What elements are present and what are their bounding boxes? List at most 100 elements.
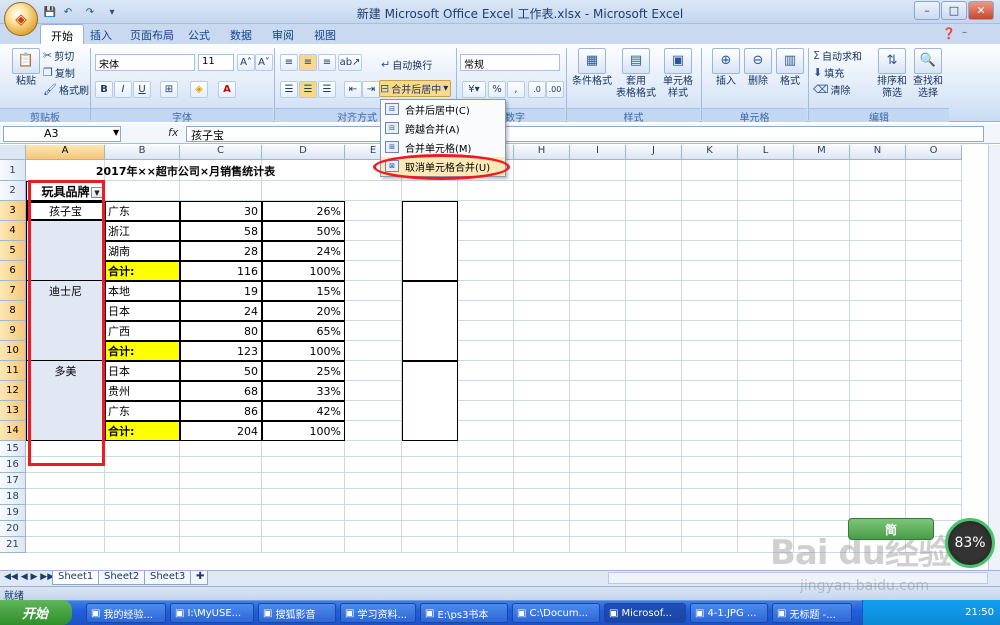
venue-cell[interactable]: 浙江 [105,221,180,241]
save-icon[interactable]: 💾 [42,4,58,20]
venue-cell[interactable]: 贵州 [105,381,180,401]
fill-color-icon[interactable]: ◈ [190,81,208,98]
quantity-cell[interactable]: 68 [180,381,262,401]
tab-data[interactable]: 数据 [220,24,262,44]
taskbar-item[interactable]: ▣ C:\Docum... [512,603,600,623]
venue-cell[interactable]: 广东 [105,401,180,421]
quantity-cell[interactable]: 28 [180,241,262,261]
currency-icon[interactable]: ¥▾ [462,81,486,98]
taskbar-item[interactable]: ▣ E:\ps3书本 [420,603,508,623]
find-select-button[interactable]: 🔍 查找和 选择 [906,48,950,100]
column-header-I[interactable]: I [570,145,626,160]
percent-cell[interactable]: 100% [262,261,345,281]
taskbar-item[interactable]: ▣ 4-1.JPG ... [690,603,768,623]
bold-button[interactable]: B [95,81,113,98]
row-header-15[interactable]: 15 [0,441,26,457]
total-label-cell[interactable]: 合计: [105,341,180,361]
percent-cell[interactable]: 24% [262,241,345,261]
number-format-combo[interactable]: 常规 [460,54,560,71]
venue-cell[interactable]: 日本 [105,361,180,381]
percent-cell[interactable]: 42% [262,401,345,421]
quantity-cell[interactable]: 204 [180,421,262,441]
formula-input[interactable]: 孩子宝 [186,126,984,142]
percent-cell[interactable]: 25% [262,361,345,381]
fill-button[interactable]: ⬇ 填充 [812,64,845,81]
column-header-H[interactable]: H [514,145,570,160]
decrease-indent-icon[interactable]: ⇤ [344,81,362,98]
row-header-20[interactable]: 20 [0,521,26,537]
merge-center-button[interactable]: ⊟ 合并后居中 ▾ [379,80,452,97]
row-header-16[interactable]: 16 [0,457,26,473]
quantity-cell[interactable]: 50 [180,361,262,381]
row-header-21[interactable]: 21 [0,537,26,553]
row-header-8[interactable]: 8 [0,301,26,321]
row-header-10[interactable]: 10 [0,341,26,361]
taskbar-item[interactable]: ▣ Microsof... [604,603,686,623]
format-painter-button[interactable]: 🖌 格式刷 [42,81,90,98]
column-header-J[interactable]: J [626,145,682,160]
percent-cell[interactable]: 33% [262,381,345,401]
tab-view[interactable]: 视图 [304,24,346,44]
ime-toolbar[interactable]: 简 [848,518,934,540]
row-header-17[interactable]: 17 [0,473,26,489]
font-color-icon[interactable]: A [218,81,236,98]
column-header-K[interactable]: K [682,145,738,160]
column-header-A[interactable]: A [26,145,105,160]
comma-button[interactable]: , [507,81,525,98]
align-center-icon[interactable]: ☰ [299,81,317,98]
align-top-icon[interactable]: ≡ [280,54,298,71]
italic-button[interactable]: I [114,81,132,98]
venue-cell[interactable]: 广东 [105,201,180,221]
worksheet-grid[interactable]: ABCDEFGHIJKLMNO 123456789101112131415161… [0,145,988,570]
empty-box[interactable] [402,201,458,281]
sheet-tab-3[interactable]: Sheet3 [144,571,192,585]
office-button[interactable]: ◈ [4,2,38,36]
percent-cell[interactable]: 15% [262,281,345,301]
column-header-B[interactable]: B [105,145,180,160]
percent-cell[interactable]: 100% [262,341,345,361]
row-header-11[interactable]: 11 [0,361,26,381]
orientation-icon[interactable]: ab↗ [338,54,362,71]
quantity-cell[interactable]: 30 [180,201,262,221]
quantity-cell[interactable]: 58 [180,221,262,241]
quantity-cell[interactable]: 116 [180,261,262,281]
align-right-icon[interactable]: ☰ [318,81,336,98]
close-button[interactable]: ✕ [968,1,994,20]
tab-home[interactable]: 开始 [40,24,84,44]
quantity-cell[interactable]: 24 [180,301,262,321]
name-box[interactable]: A3 [3,126,121,142]
undo-icon[interactable]: ↶ [60,4,76,20]
ribbon-minimize-icon[interactable]: – [962,27,967,38]
copy-button[interactable]: ❐ 复制 [42,64,76,81]
align-bottom-icon[interactable]: ≡ [318,54,336,71]
taskbar-item[interactable]: ▣ 搜狐影音 [258,603,336,623]
fx-icon[interactable]: fx [168,126,184,142]
vertical-scrollbar[interactable] [988,145,1000,570]
column-header-O[interactable]: O [906,145,962,160]
taskbar-item[interactable]: ▣ I:\MyUSE... [170,603,254,623]
underline-button[interactable]: U [133,81,151,98]
row-header-18[interactable]: 18 [0,489,26,505]
horizontal-scrollbar[interactable] [608,572,988,584]
total-label-cell[interactable]: 合计: [105,421,180,441]
quantity-cell[interactable]: 80 [180,321,262,341]
menu-item-merge-across[interactable]: ⊟ 跨越合并(A) [381,119,505,138]
quantity-cell[interactable]: 86 [180,401,262,421]
maximize-button[interactable]: □ [941,1,967,20]
borders-icon[interactable]: ⊞ [160,81,178,98]
new-sheet-icon[interactable]: ✚ [190,571,208,585]
empty-box[interactable] [402,361,458,441]
sheet-title[interactable]: 2017年××超市公司×月销售统计表 [26,160,345,181]
row-header-2[interactable]: 2 [0,181,26,201]
menu-item-merge-center[interactable]: ⊟ 合并后居中(C) [381,100,505,119]
percent-cell[interactable]: 100% [262,421,345,441]
row-header-13[interactable]: 13 [0,401,26,421]
sheet-tab-1[interactable]: Sheet1 [52,571,100,585]
row-header-14[interactable]: 14 [0,421,26,441]
row-header-19[interactable]: 19 [0,505,26,521]
increase-decimal-icon[interactable]: .0 [528,81,546,98]
percent-cell[interactable]: 50% [262,221,345,241]
clear-button[interactable]: ⌫ 清除 [812,81,852,98]
font-size-combo[interactable]: 11 [198,54,234,71]
cell-styles-button[interactable]: ▣ 单元格 样式 [656,48,700,100]
